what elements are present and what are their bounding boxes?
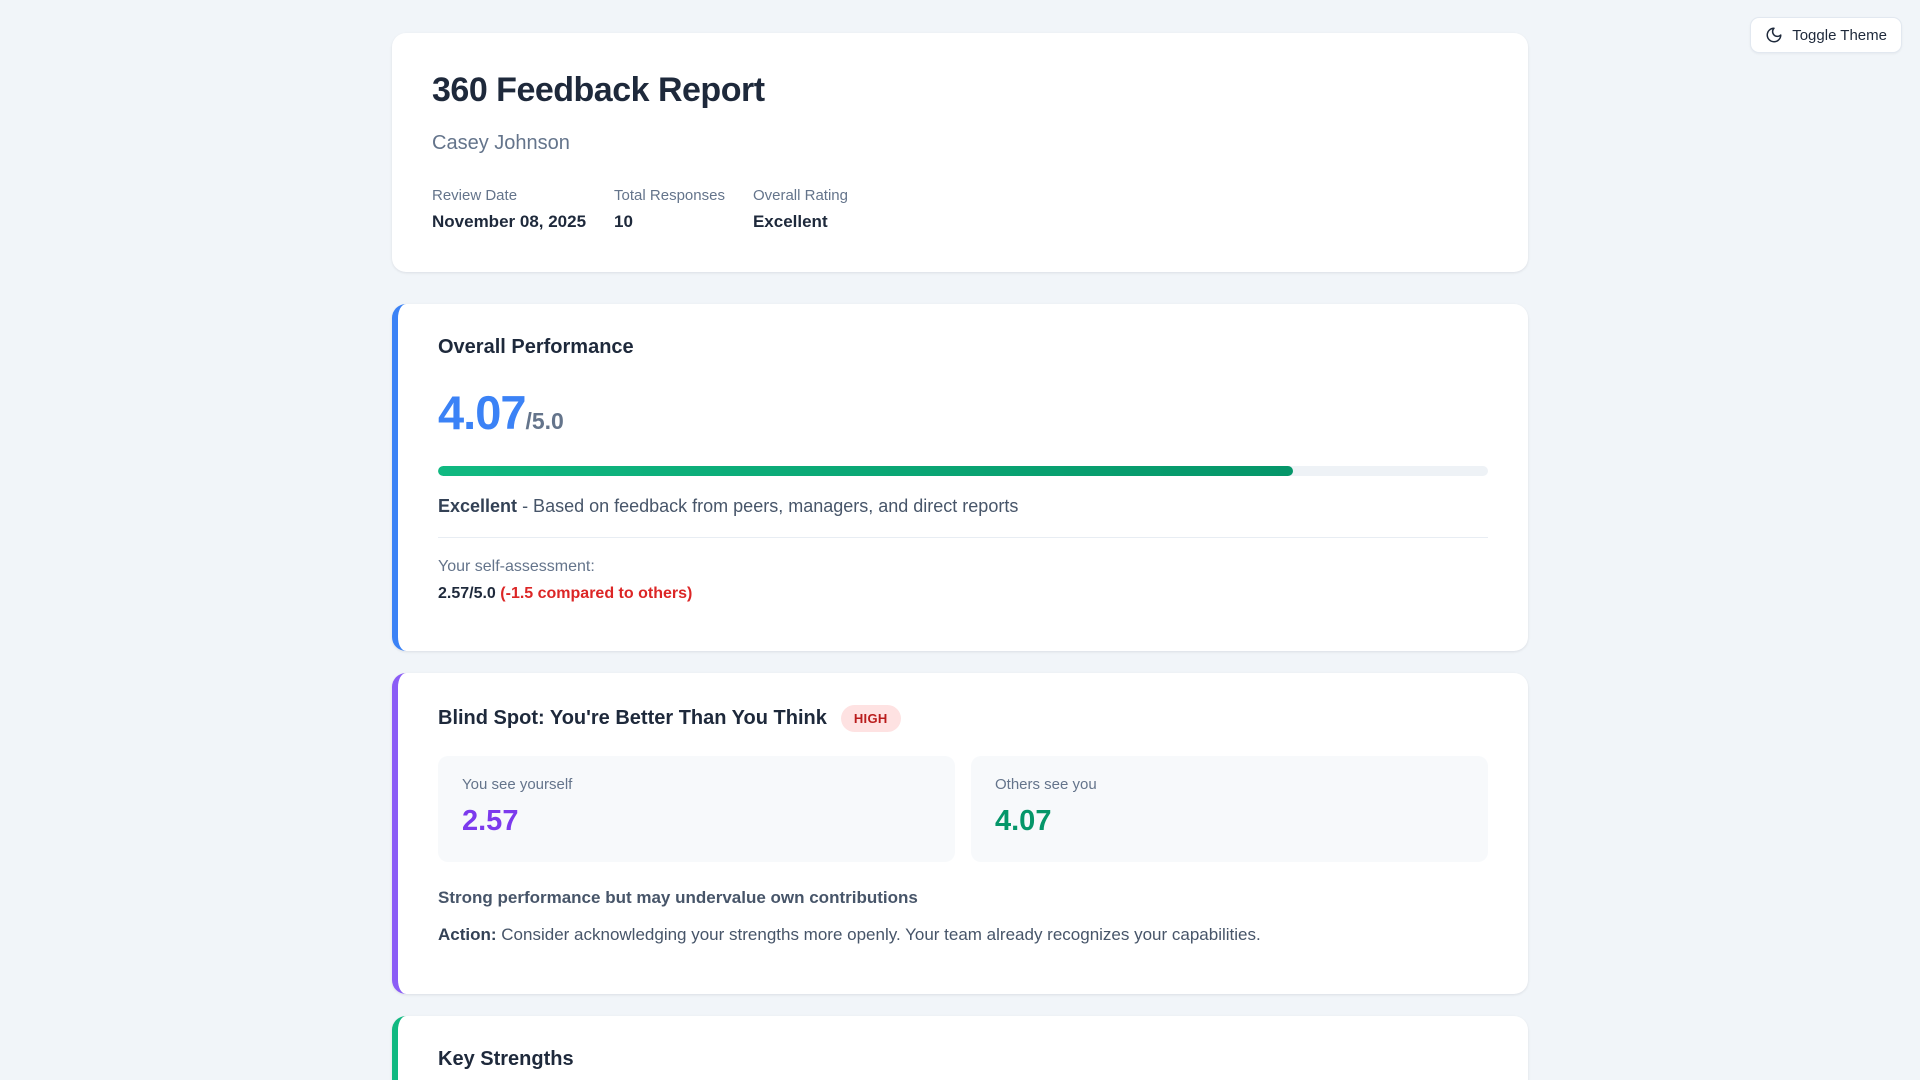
subject-name: Casey Johnson bbox=[432, 132, 1488, 155]
meta-overall-rating: Overall Rating Excellent bbox=[753, 187, 848, 232]
rating-label: Excellent bbox=[438, 496, 517, 516]
action-text: Consider acknowledging your strengths mo… bbox=[501, 925, 1260, 944]
overall-progress-fill bbox=[438, 466, 1293, 476]
overall-score-value: 4.07 bbox=[438, 385, 525, 440]
self-assessment-gap: (-1.5 compared to others) bbox=[500, 585, 692, 602]
blind-spot-card: Blind Spot: You're Better Than You Think… bbox=[392, 673, 1528, 994]
header-card: 360 Feedback Report Casey Johnson Review… bbox=[392, 33, 1528, 272]
overall-rating-line: Excellent - Based on feedback from peers… bbox=[438, 496, 1488, 517]
others-view-box: Others see you 4.07 bbox=[971, 756, 1488, 862]
rating-description: - Based on feedback from peers, managers… bbox=[522, 496, 1018, 516]
key-strengths-title: Key Strengths bbox=[438, 1048, 1488, 1071]
self-assessment-label: Your self-assessment: bbox=[438, 558, 1488, 576]
others-view-value: 4.07 bbox=[995, 805, 1464, 838]
overall-progress-track bbox=[438, 466, 1488, 476]
overall-performance-card: Overall Performance 4.07 /5.0 Excellent … bbox=[392, 304, 1528, 651]
self-assessment-line: 2.57/5.0 (-1.5 compared to others) bbox=[438, 585, 1488, 603]
blind-spot-action: Action: Consider acknowledging your stre… bbox=[438, 925, 1488, 945]
perception-compare-row: You see yourself 2.57 Others see you 4.0… bbox=[438, 756, 1488, 862]
blind-spot-title: Blind Spot: You're Better Than You Think bbox=[438, 707, 827, 730]
blind-spot-title-row: Blind Spot: You're Better Than You Think… bbox=[438, 705, 1488, 732]
divider bbox=[438, 537, 1488, 538]
overall-score: 4.07 /5.0 bbox=[438, 385, 1488, 440]
meta-review-date: Review Date November 08, 2025 bbox=[432, 187, 586, 232]
self-view-box: You see yourself 2.57 bbox=[438, 756, 955, 862]
meta-label: Review Date bbox=[432, 187, 586, 204]
overall-performance-title: Overall Performance bbox=[438, 336, 1488, 359]
header-meta-row: Review Date November 08, 2025 Total Resp… bbox=[432, 187, 1488, 232]
meta-label: Total Responses bbox=[614, 187, 725, 204]
self-view-value: 2.57 bbox=[462, 805, 931, 838]
page-title: 360 Feedback Report bbox=[432, 71, 1488, 110]
meta-label: Overall Rating bbox=[753, 187, 848, 204]
self-assessment-score: 2.57/5.0 bbox=[438, 585, 496, 602]
others-view-label: Others see you bbox=[995, 776, 1464, 793]
self-view-label: You see yourself bbox=[462, 776, 931, 793]
key-strengths-card: Key Strengths Technical Skills Others' a… bbox=[392, 1016, 1528, 1080]
meta-total-responses: Total Responses 10 bbox=[614, 187, 725, 232]
report-page: 360 Feedback Report Casey Johnson Review… bbox=[392, 0, 1528, 1080]
meta-value: Excellent bbox=[753, 212, 848, 232]
meta-value: 10 bbox=[614, 212, 725, 232]
toggle-theme-button[interactable]: Toggle Theme bbox=[1750, 17, 1902, 53]
toggle-theme-label: Toggle Theme bbox=[1792, 27, 1887, 44]
overall-score-max: /5.0 bbox=[525, 408, 563, 435]
moon-icon bbox=[1765, 26, 1783, 44]
meta-value: November 08, 2025 bbox=[432, 212, 586, 232]
blind-spot-summary: Strong performance but may undervalue ow… bbox=[438, 888, 1488, 908]
severity-badge: HIGH bbox=[841, 705, 901, 732]
action-label: Action: bbox=[438, 925, 497, 944]
